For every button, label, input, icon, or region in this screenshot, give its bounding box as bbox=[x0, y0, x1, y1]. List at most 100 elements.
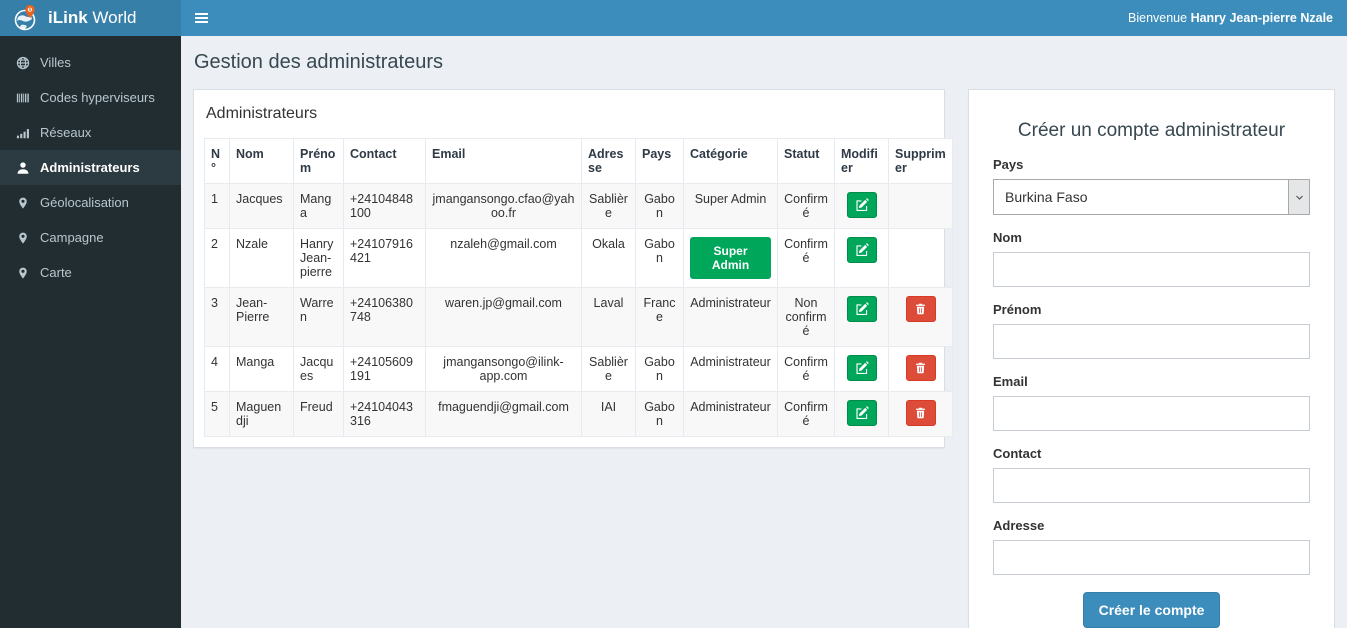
administrators-panel: Administrateurs N° Nom Prénom Contact Email A… bbox=[193, 89, 953, 448]
table-row: 3 Jean-Pierre Warren +24106380748 waren.jp@g… bbox=[204, 287, 953, 347]
trash-icon bbox=[914, 406, 927, 420]
edit-pencil-icon bbox=[855, 198, 869, 212]
table-row: 4 Manga Jacques +24105609191 jmangansongo@il… bbox=[204, 346, 953, 392]
nom-cell: Maguendji bbox=[229, 391, 294, 437]
modifier-cell bbox=[834, 346, 889, 392]
sidebar-item-administrateurs[interactable]: Administrateurs bbox=[0, 150, 181, 185]
column-header: Pays bbox=[635, 138, 684, 184]
edit-pencil-icon bbox=[855, 243, 869, 257]
app-brand[interactable]: $ iLink World bbox=[0, 0, 181, 36]
sidebar-item-label: Géolocalisation bbox=[40, 195, 129, 210]
hamburger-icon[interactable] bbox=[195, 5, 225, 31]
edit-pencil-icon bbox=[855, 302, 869, 316]
edit-button[interactable] bbox=[846, 400, 877, 426]
email-input[interactable] bbox=[993, 396, 1310, 431]
delete-button[interactable] bbox=[905, 296, 936, 322]
edit-button[interactable] bbox=[846, 237, 877, 263]
delete-button[interactable] bbox=[905, 355, 936, 381]
main-content: Gestion des administrateurs Administrate… bbox=[181, 36, 1347, 628]
sidebar-item-label: Carte bbox=[40, 265, 72, 280]
pays-cell: France bbox=[635, 287, 684, 347]
prenom-cell: Hanry Jean-pierre bbox=[293, 228, 344, 288]
chevron-down-icon bbox=[1288, 180, 1309, 214]
navbar: Bienvenue Hanry Jean-pierre Nzale bbox=[181, 0, 1347, 36]
modifier-cell bbox=[834, 183, 889, 229]
map-marker-icon bbox=[15, 196, 30, 210]
prenom-input[interactable] bbox=[993, 324, 1310, 359]
administrators-panel-title: Administrateurs bbox=[206, 105, 318, 122]
delete-button[interactable] bbox=[905, 400, 936, 426]
sidebar-item-codes-hyperviseurs[interactable]: Codes hyperviseurs bbox=[0, 80, 181, 115]
sidebar-item-campagne[interactable]: Campagne bbox=[0, 220, 181, 255]
create-account-button[interactable]: Créer le compte bbox=[1082, 592, 1221, 628]
categorie-cell: Super Admin bbox=[683, 183, 778, 229]
categorie-cell: Administrateur bbox=[683, 346, 778, 392]
n-cell: 1 bbox=[204, 183, 230, 229]
modifier-cell bbox=[834, 287, 889, 347]
top-header: $ iLink World Bienvenue Hanry Jean-pierr… bbox=[0, 0, 1347, 36]
n-cell: 3 bbox=[204, 287, 230, 347]
statut-cell: Confirmé bbox=[777, 391, 835, 437]
map-marker-icon bbox=[15, 231, 30, 245]
column-header: N° bbox=[204, 138, 230, 184]
categorie-cell: Administrateur bbox=[683, 391, 778, 437]
email-cell: nzaleh@gmail.com bbox=[425, 228, 582, 288]
column-header: Prénom bbox=[293, 138, 344, 184]
barcode-icon bbox=[15, 91, 30, 105]
edit-pencil-icon bbox=[855, 361, 869, 375]
nom-input[interactable] bbox=[993, 252, 1310, 287]
email-cell: waren.jp@gmail.com bbox=[425, 287, 582, 347]
sidebar-item-r-seaux[interactable]: Réseaux bbox=[0, 115, 181, 150]
email-cell: fmaguendji@gmail.com bbox=[425, 391, 582, 437]
edit-button[interactable] bbox=[846, 296, 877, 322]
nom-cell: Nzale bbox=[229, 228, 294, 288]
table-row: 5 Maguendji Freud +24104043316 fmaguendji@gm… bbox=[204, 391, 953, 437]
create-admin-form: Pays Burkina Faso Nom Prénom Email Contact Adr… bbox=[993, 157, 1310, 575]
nom-label: Nom bbox=[993, 230, 1022, 245]
globe-icon bbox=[15, 56, 30, 70]
table-row: 2 Nzale Hanry Jean-pierre +24107916421 nzale… bbox=[204, 228, 953, 288]
nom-cell: Jean-Pierre bbox=[229, 287, 294, 347]
user-icon bbox=[15, 161, 30, 175]
pays-cell: Gabon bbox=[635, 346, 684, 392]
supprimer-cell bbox=[888, 346, 953, 392]
n-cell: 5 bbox=[204, 391, 230, 437]
contact-cell: +24106380748 bbox=[343, 287, 426, 347]
edit-button[interactable] bbox=[846, 192, 877, 218]
nom-cell: Jacques bbox=[229, 183, 294, 229]
adresse-input[interactable] bbox=[993, 540, 1310, 575]
trash-icon bbox=[914, 302, 927, 316]
adresse-cell: Okala bbox=[581, 228, 636, 288]
edit-button[interactable] bbox=[846, 355, 877, 381]
column-header: Contact bbox=[343, 138, 426, 184]
statut-cell: Non confirmé bbox=[777, 287, 835, 347]
column-header: Nom bbox=[229, 138, 294, 184]
email-cell: jmangansongo.cfao@yahoo.fr bbox=[425, 183, 582, 229]
sidebar-menu: Villes Codes hyperviseurs Réseaux Administr… bbox=[0, 45, 181, 290]
email-label: Email bbox=[993, 374, 1028, 389]
sidebar-item-label: Réseaux bbox=[40, 125, 92, 140]
super-admin-badge[interactable]: Super Admin bbox=[690, 237, 771, 279]
sidebar-item-label: Codes hyperviseurs bbox=[40, 90, 155, 105]
sidebar: Villes Codes hyperviseurs Réseaux Administr… bbox=[0, 36, 181, 628]
trash-icon bbox=[914, 361, 927, 375]
contact-label: Contact bbox=[993, 446, 1042, 461]
statut-cell: Confirmé bbox=[777, 346, 835, 392]
pays-selected-value: Burkina Faso bbox=[1005, 189, 1088, 205]
prenom-cell: Freud bbox=[293, 391, 344, 437]
sidebar-item-villes[interactable]: Villes bbox=[0, 45, 181, 80]
modifier-cell bbox=[834, 391, 889, 437]
pays-label: Pays bbox=[993, 157, 1024, 172]
sidebar-item-g-olocalisation[interactable]: Géolocalisation bbox=[0, 185, 181, 220]
sidebar-item-carte[interactable]: Carte bbox=[0, 255, 181, 290]
sidebar-item-label: Administrateurs bbox=[40, 160, 140, 175]
contact-input[interactable] bbox=[993, 468, 1310, 503]
sidebar-item-label: Villes bbox=[40, 55, 71, 70]
column-header: Email bbox=[425, 138, 582, 184]
pays-cell: Gabon bbox=[635, 183, 684, 229]
pays-cell: Gabon bbox=[635, 228, 684, 288]
supprimer-cell bbox=[888, 228, 953, 288]
globe-pin-logo: $ bbox=[12, 4, 39, 32]
prenom-cell: Jacques bbox=[293, 346, 344, 392]
pays-select[interactable]: Burkina Faso bbox=[993, 179, 1310, 215]
